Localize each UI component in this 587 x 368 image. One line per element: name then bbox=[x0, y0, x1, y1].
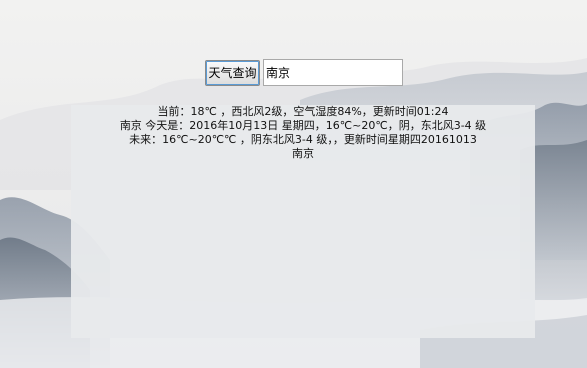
current-weather-line: 当前：18℃ ，西北风2级，空气湿度84%，更新时间01:24 bbox=[157, 105, 449, 118]
today-weather-line: 南京 今天是：2016年10月13日 星期四，16℃~20℃，阴，东北风3-4 … bbox=[119, 119, 487, 132]
search-bar: 天气查询 bbox=[205, 59, 403, 86]
city-name-line: 南京 bbox=[292, 147, 314, 160]
weather-query-button[interactable]: 天气查询 bbox=[205, 59, 260, 86]
city-input[interactable] bbox=[263, 59, 403, 86]
weather-result-text: 当前：18℃ ，西北风2级，空气湿度84%，更新时间01:24 南京 今天是：2… bbox=[71, 105, 535, 161]
future-weather-line: 未来：16℃~20℃℃ ，阴东北风3-4 级，，更新时间星期四20161013 bbox=[129, 133, 477, 146]
